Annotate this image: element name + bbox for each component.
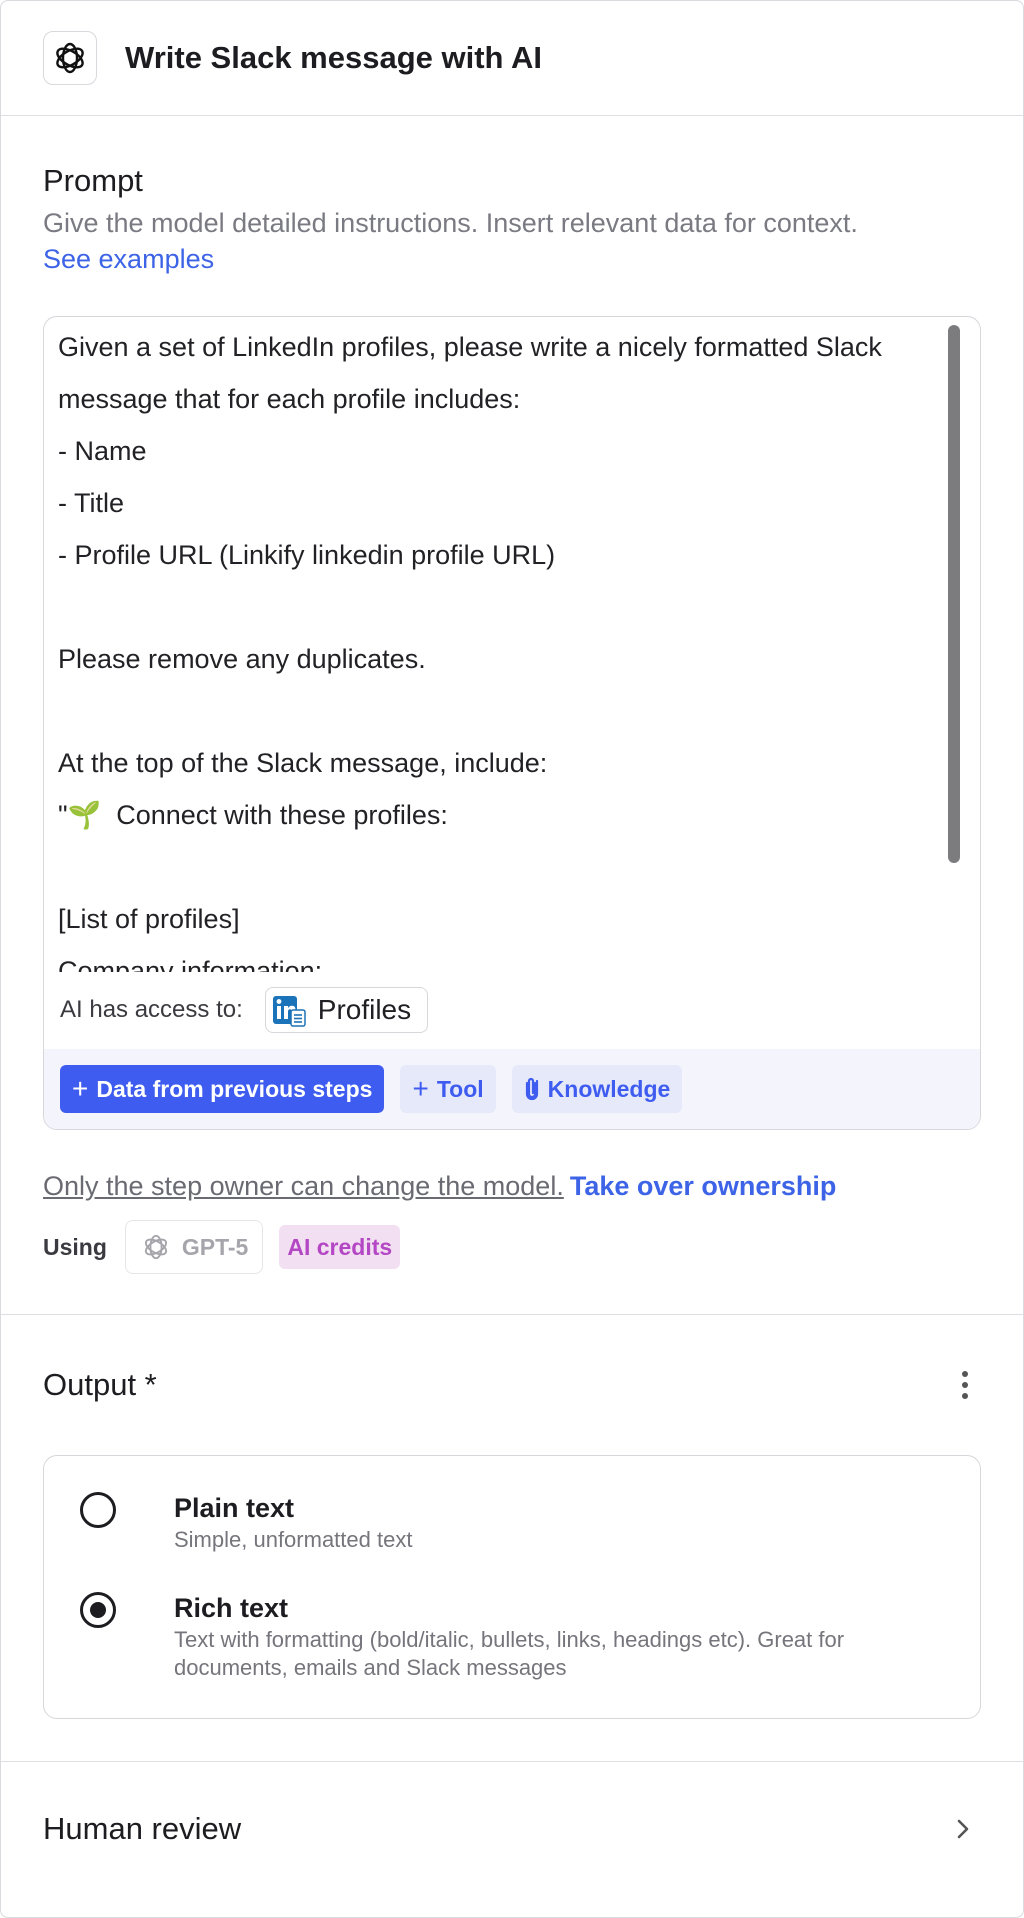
output-label: Output * [43, 1367, 157, 1402]
option-description: Simple, unformatted text [174, 1527, 413, 1552]
linkedin-profiles-icon [272, 993, 306, 1027]
model-row: Using GPT-5 AI credits [43, 1220, 981, 1274]
prompt-line: Given a set of LinkedIn profiles, please… [58, 332, 882, 362]
plain-text-radio[interactable] [80, 1492, 116, 1528]
paperclip-icon [524, 1076, 540, 1102]
step-panel: Write Slack message with AI Prompt Give … [0, 0, 1024, 1918]
prompt-line: [List of profiles] [58, 904, 240, 934]
editor-scrollbar[interactable] [948, 325, 960, 863]
profiles-chip-label: Profiles [317, 994, 412, 1025]
prompt-line: Company information: [58, 956, 323, 972]
prompt-line: - Title [58, 488, 125, 518]
prompt-line [58, 581, 938, 633]
button-label: Tool [436, 1075, 484, 1102]
knowledge-button[interactable]: Knowledge [511, 1065, 683, 1113]
ai-access-row: AI has access to: Profiles [60, 985, 429, 1035]
model-name: GPT-5 [181, 1233, 249, 1260]
page-title: Write Slack message with AI [125, 40, 542, 75]
see-examples-link[interactable]: See examples [43, 240, 981, 278]
chevron-right-icon [955, 1817, 971, 1841]
prompt-line: message that for each profile includes: [58, 384, 521, 414]
prompt-line: "🌱 Connect with these profiles: [58, 800, 448, 830]
output-header: Output * [43, 1315, 981, 1455]
plus-icon: + [72, 1073, 89, 1104]
prompt-line [58, 841, 938, 893]
ownership-row: Only the step owner can change the model… [43, 1166, 981, 1206]
button-label: Data from previous steps [96, 1075, 373, 1102]
prompt-editor[interactable]: Given a set of LinkedIn profiles, please… [43, 316, 981, 1130]
output-format-options: Plain text Simple, unformatted text Rich… [43, 1455, 981, 1719]
rich-text-option[interactable]: Rich text Text with formatting (bold/ita… [80, 1592, 954, 1682]
option-title: Rich text [174, 1593, 289, 1623]
owner-notice[interactable]: Only the step owner can change the model… [43, 1171, 564, 1201]
tool-button[interactable]: + Tool [400, 1065, 496, 1113]
using-label: Using [43, 1233, 107, 1260]
take-over-ownership-link[interactable]: Take over ownership [570, 1171, 837, 1201]
access-label: AI has access to: [60, 996, 243, 1023]
editor-toolbar: + Data from previous steps + Tool Knowle… [44, 1049, 980, 1129]
data-from-previous-steps-button[interactable]: + Data from previous steps [60, 1065, 385, 1113]
human-review-row[interactable]: Human review [43, 1762, 981, 1896]
human-review-label: Human review [43, 1811, 242, 1846]
plus-icon: + [412, 1073, 429, 1104]
model-selector[interactable]: GPT-5 [124, 1220, 264, 1274]
ai-credits-badge: AI credits [279, 1225, 401, 1269]
prompt-hint: Give the model detailed instructions. In… [43, 208, 858, 238]
prompt-text[interactable]: Given a set of LinkedIn profiles, please… [58, 317, 938, 972]
prompt-line: Please remove any duplicates. [58, 644, 426, 674]
more-options-icon[interactable] [955, 1371, 975, 1399]
option-title: Plain text [174, 1493, 295, 1523]
profiles-chip[interactable]: Profiles [264, 987, 429, 1033]
rich-text-radio[interactable] [80, 1592, 116, 1628]
panel-header: Write Slack message with AI [1, 1, 1023, 116]
prompt-line: At the top of the Slack message, include… [58, 748, 548, 778]
openai-icon [144, 1234, 167, 1260]
option-description: Text with formatting (bold/italic, bulle… [174, 1627, 845, 1680]
openai-icon [43, 31, 97, 85]
prompt-line: - Profile URL (Linkify linkedin profile … [58, 540, 556, 570]
button-label: Knowledge [547, 1075, 671, 1102]
plain-text-option[interactable]: Plain text Simple, unformatted text [80, 1492, 954, 1554]
prompt-line: - Name [58, 436, 147, 466]
prompt-line [58, 685, 938, 737]
prompt-label: Prompt [43, 163, 143, 198]
